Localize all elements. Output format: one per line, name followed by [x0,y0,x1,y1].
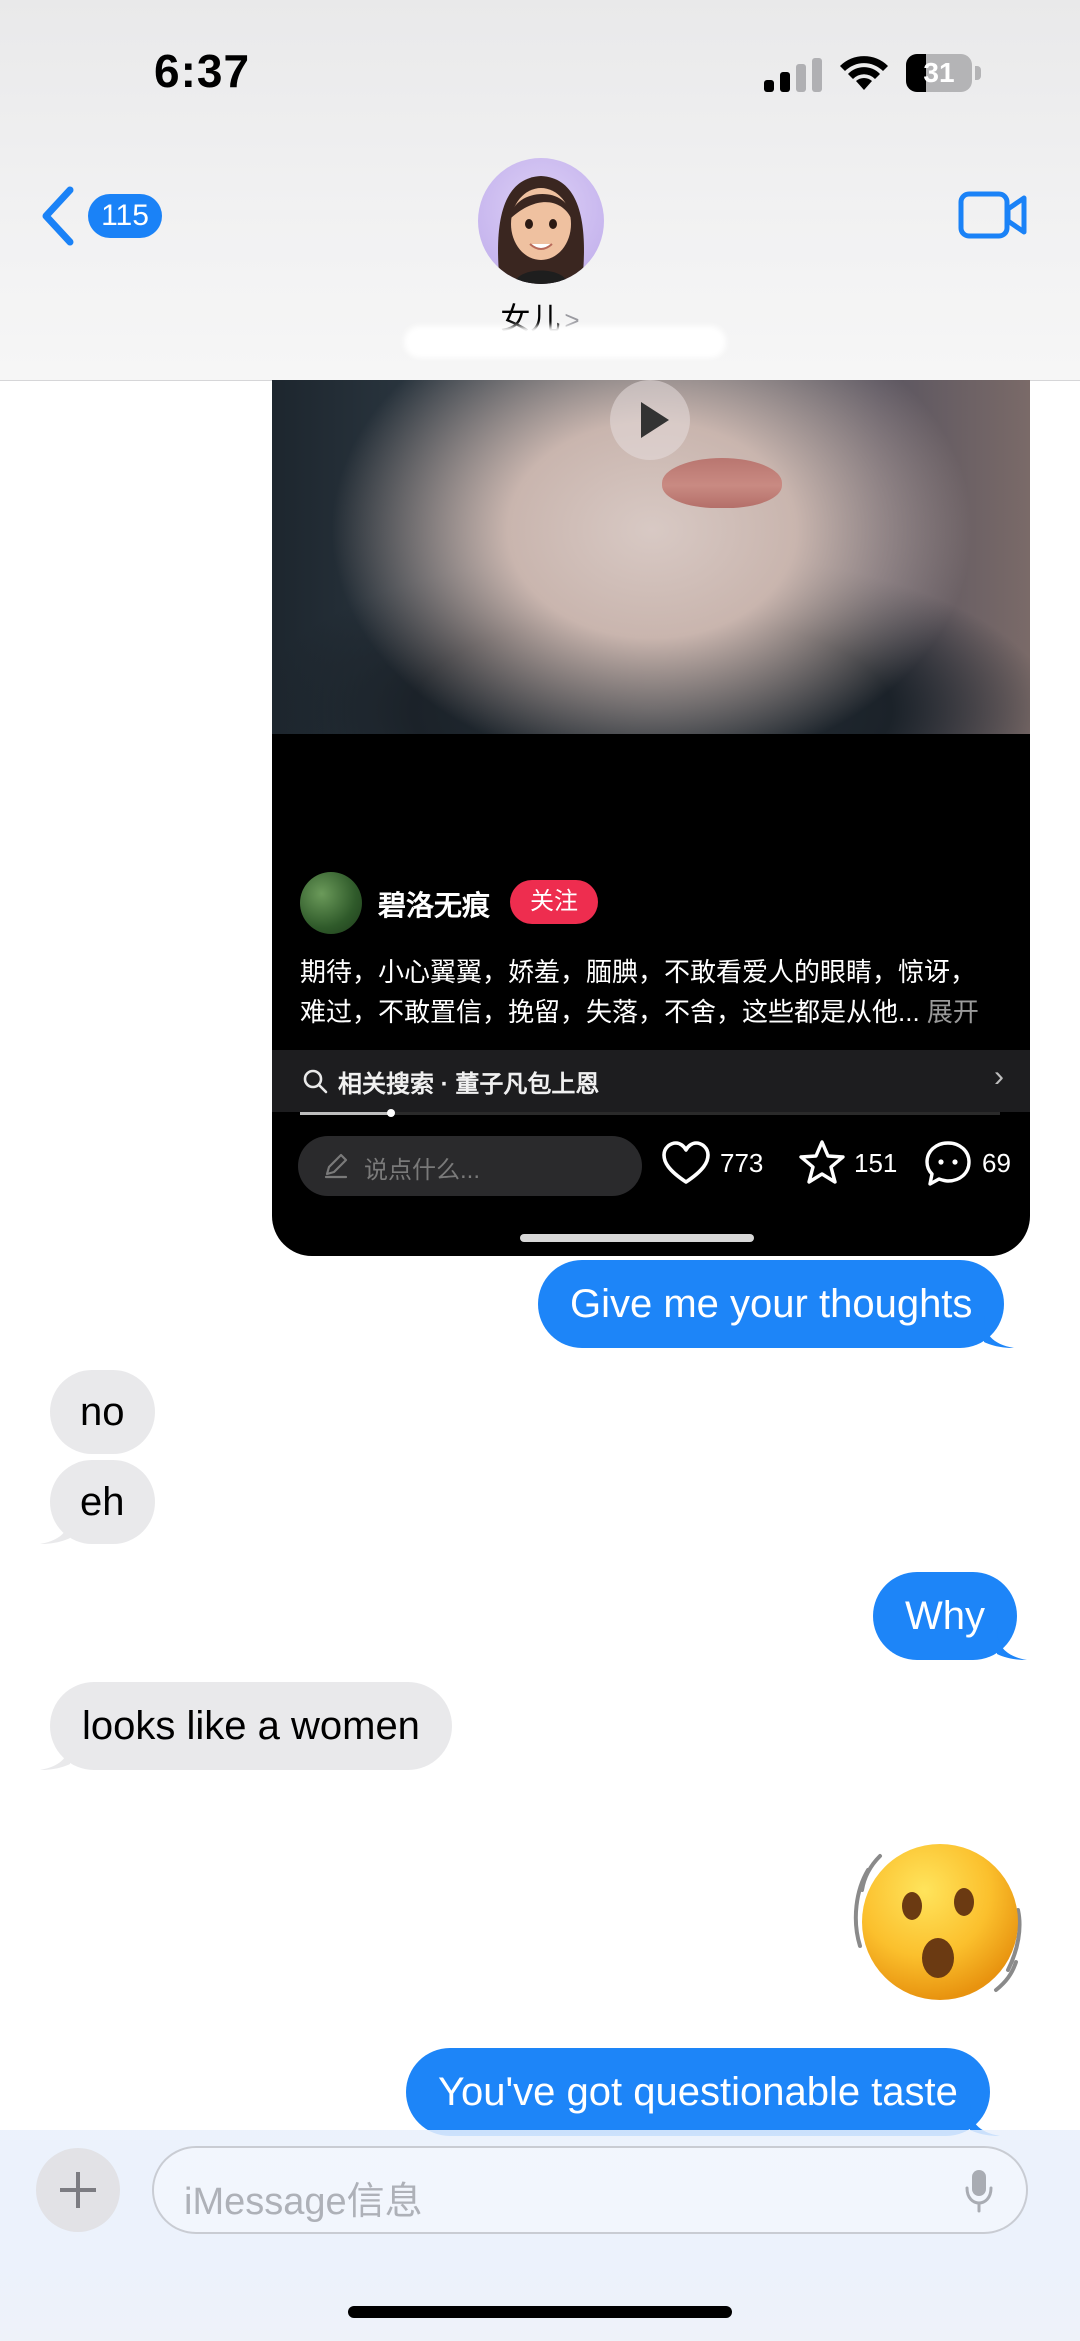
play-icon[interactable] [610,380,690,460]
home-indicator [348,2306,732,2318]
message-text: looks like a women [82,1704,420,1748]
bubble-tail [40,1738,70,1770]
comment-placeholder: 说点什么... [364,1157,481,1184]
facetime-video-icon[interactable] [958,190,1028,240]
message-emoji-sent[interactable]: 😯 [846,1830,1030,2014]
message-text: Give me your thoughts [570,1282,973,1326]
card-home-indicator [520,1234,754,1242]
unread-count-badge[interactable]: 115 [88,194,162,238]
message-placeholder: iMessage信息 [184,2181,423,2223]
cellular-signal-icon [764,58,822,92]
wifi-icon [840,56,888,90]
battery-percentage: 31 [923,57,955,88]
video-progress-bar[interactable] [300,1109,1000,1117]
star-icon[interactable] [796,1138,848,1190]
hushed-face-emoji-icon [853,1844,1022,2000]
shared-video-card[interactable]: 碧洛无痕 关注 期待，小心翼翼，娇羞，腼腆，不敢看爱人的眼睛，惊讶， 难过，不敢… [272,380,1030,1256]
bubble-tail [997,1628,1027,1660]
message-text: Why [905,1594,985,1638]
related-search-text: 相关搜索 · 董子凡包上恩 [338,1071,600,1098]
comment-bubble-icon[interactable] [922,1138,974,1190]
microphone-icon[interactable] [964,2168,994,2214]
comment-input[interactable]: 说点什么... [298,1136,642,1196]
comment-count: 69 [982,1148,1011,1178]
message-bubble-received[interactable]: eh [40,1460,155,1544]
caption-line: 期待，小心翼翼，娇羞，腼腆，不敢看爱人的眼睛，惊讶， [300,957,977,987]
message-input[interactable]: iMessage信息 [152,2146,1028,2234]
progress-fill [300,1112,391,1115]
message-bubble-sent[interactable]: Why [873,1572,1027,1660]
thumbnail-detail [662,458,782,508]
pencil-icon [324,1153,348,1179]
related-search-bar[interactable]: 相关搜索 · 董子凡包上恩 › [272,1050,1030,1112]
video-caption[interactable]: 期待，小心翼翼，娇羞，腼腆，不敢看爱人的眼睛，惊讶， 难过，不敢置信，挽留，失落… [300,952,1012,1032]
progress-handle[interactable] [387,1109,395,1117]
message-text: no [80,1390,125,1434]
author-avatar[interactable] [300,872,362,934]
bubble-tail [40,1512,70,1544]
message-bubble-sent[interactable]: Give me your thoughts [538,1260,1015,1348]
expand-caption-link[interactable]: 展开 [927,997,979,1027]
chevron-right-icon: › [994,1060,1004,1093]
message-bubble-sent[interactable]: You've got questionable taste [406,2048,1000,2136]
battery-indicator: 31 [906,54,982,92]
redaction-mark [404,326,726,358]
heart-icon[interactable] [660,1138,712,1190]
memoji-avatar-icon [498,176,584,284]
contact-avatar[interactable] [478,158,604,284]
search-icon [303,1069,328,1094]
message-text: eh [80,1480,125,1524]
message-bubble-received[interactable]: looks like a women [40,1682,452,1770]
message-bubble-received[interactable]: no [50,1370,155,1454]
status-time: 6:37 [154,45,251,97]
apps-plus-button[interactable] [36,2148,120,2232]
bubble-tail [984,1316,1015,1348]
favorite-count: 151 [854,1148,898,1178]
back-chevron-icon[interactable] [40,186,76,246]
caption-line: 难过，不敢置信，挽留，失落，不舍，这些都是从他... [300,997,920,1027]
like-count: 773 [720,1148,764,1178]
message-text: You've got questionable taste [438,2070,958,2114]
video-thumbnail[interactable] [272,380,1030,734]
author-name[interactable]: 碧洛无痕 [378,884,490,924]
follow-button[interactable]: 关注 [510,880,598,924]
